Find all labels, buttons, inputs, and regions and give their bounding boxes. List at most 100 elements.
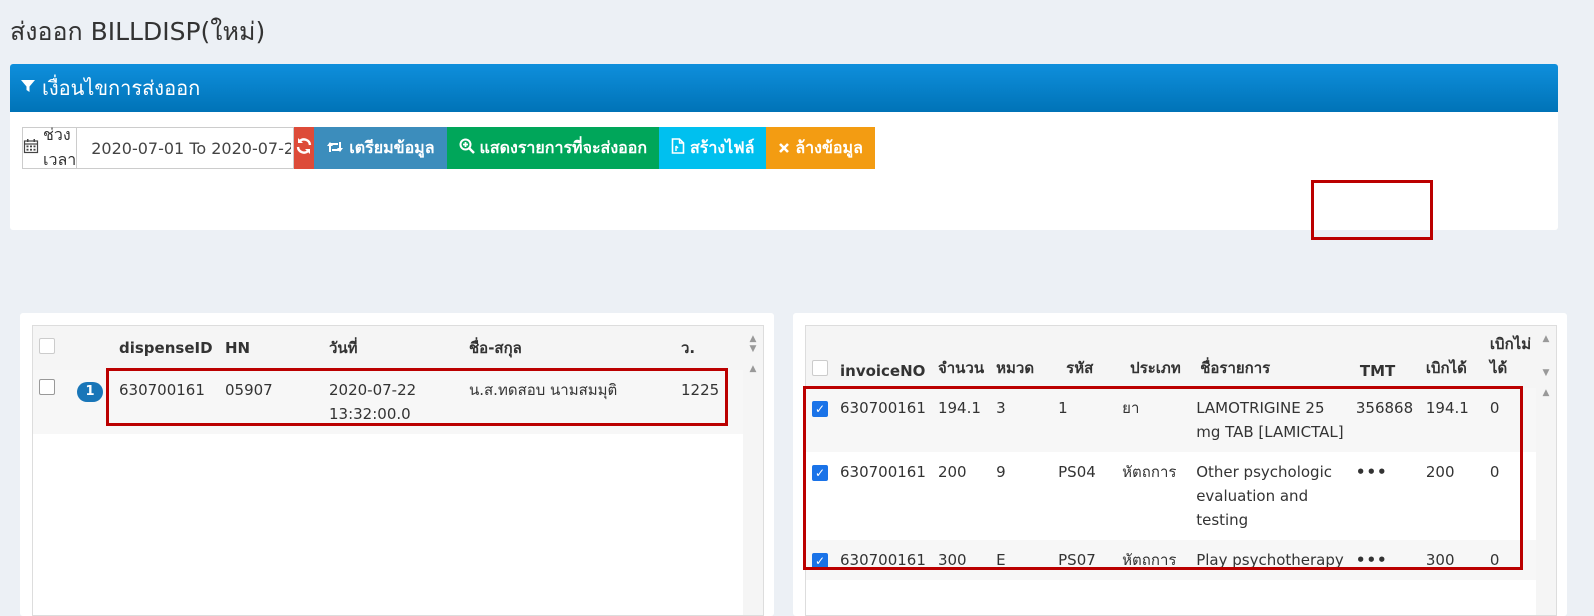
header-hn[interactable]: HN: [219, 326, 323, 370]
header-dispense-id[interactable]: dispenseID: [113, 326, 219, 370]
date-cell: 2020-07-22 13:32:00.0: [323, 370, 463, 434]
refresh-button[interactable]: [294, 127, 315, 169]
period-addon: ช่วงเวลา: [22, 125, 78, 169]
page-title: ส่งออก BILLDISP(ใหม่): [10, 17, 266, 46]
row-checkbox[interactable]: [39, 379, 55, 395]
qty-cell: 300: [937, 551, 967, 569]
date-value: 2020-07-22: [329, 381, 417, 399]
hn-cell: 05907: [225, 381, 273, 399]
table-row[interactable]: ✓ 630700161 300 E PS07 หัตถการ Play psyc…: [806, 540, 1538, 580]
create-file-label: สร้างไฟล์: [690, 137, 755, 157]
right-scrollbar[interactable]: ▲ ▼ ▲: [1536, 326, 1556, 615]
close-icon: [778, 139, 790, 158]
show-export-list-label: แสดงรายการที่จะส่งออก: [479, 137, 648, 157]
code-cell: 1: [1058, 399, 1068, 417]
claimable-cell: 300: [1425, 551, 1455, 569]
dispense-id-cell: 630700161: [119, 381, 205, 399]
clear-data-button[interactable]: ล้างข้อมูล: [766, 127, 875, 169]
scroll-up-icon[interactable]: ▲: [743, 364, 763, 374]
scroll-up-icon[interactable]: ▲: [1536, 388, 1556, 398]
header-v[interactable]: ว.: [675, 326, 745, 370]
scroll-down-icon[interactable]: ▼: [1536, 368, 1556, 378]
prepare-data-button[interactable]: เตรียมข้อมูล: [314, 127, 447, 169]
row-select-cell: ✓: [806, 452, 834, 540]
scroll-up-icon[interactable]: ▲: [743, 334, 763, 344]
code-cell: PS07: [1058, 551, 1096, 569]
select-all-cell: [806, 326, 834, 388]
invoice-no-cell: 630700161: [840, 551, 926, 569]
invoice-no-cell: 630700161: [840, 463, 926, 481]
category-cell: 3: [996, 399, 1006, 417]
create-file-highlight-box: [1311, 180, 1433, 240]
clear-data-label: ล้างข้อมูล: [795, 137, 863, 157]
v-cell: 1225: [681, 381, 720, 399]
left-scrollbar[interactable]: ▲ ▼ ▲: [743, 326, 763, 615]
type-cell: หัตถการ: [1122, 463, 1177, 481]
tmt-cell: 356868: [1355, 399, 1414, 417]
select-all-cell: [33, 326, 71, 370]
item-name-cell: Other psychologic evaluation and testing: [1196, 463, 1332, 529]
dispense-list-panel: dispenseID HN วันที่ ชื่อ-สกุล ว. 1 6307…: [20, 313, 774, 616]
not-claimable-cell: 0: [1489, 399, 1500, 417]
not-claimable-cell: 0: [1489, 463, 1500, 481]
filter-panel-header: เงื่อนไขการส่งออก: [10, 64, 1558, 112]
category-cell: 9: [996, 463, 1006, 481]
type-cell: ยา: [1122, 399, 1140, 417]
header-date[interactable]: วันที่: [323, 326, 463, 370]
header-qty[interactable]: จำนวน: [931, 326, 991, 388]
claimable-cell: 200: [1425, 463, 1455, 481]
qty-cell: 200: [937, 463, 967, 481]
claimable-cell: 194.1: [1425, 399, 1469, 417]
row-badge-cell: 1: [71, 370, 113, 434]
create-file-button[interactable]: สร้างไฟล์: [659, 127, 767, 169]
invoice-table: invoiceNO จำนวน หมวด รหัส ประเภท ชื่อราย…: [806, 326, 1538, 580]
type-cell: หัตถการ: [1122, 551, 1177, 569]
row-select-cell: ✓: [806, 388, 834, 452]
header-code[interactable]: รหัส: [1052, 326, 1117, 388]
select-all-checkbox[interactable]: [39, 338, 55, 354]
row-checkbox-checked[interactable]: ✓: [812, 465, 828, 481]
row-select-cell: ✓: [806, 540, 834, 580]
row-count-badge: 1: [77, 382, 103, 402]
header-not-claimable[interactable]: เบิกไม่ได้: [1483, 326, 1538, 388]
header-name[interactable]: ชื่อ-สกุล: [463, 326, 675, 370]
header-invoice-no[interactable]: invoiceNO: [834, 326, 932, 388]
invoice-list-panel: invoiceNO จำนวน หมวด รหัส ประเภท ชื่อราย…: [793, 313, 1567, 616]
date-range-input[interactable]: [77, 127, 295, 169]
period-label: ช่วงเวลา: [43, 125, 77, 169]
code-cell: PS04: [1058, 463, 1096, 481]
show-export-list-button[interactable]: แสดงรายการที่จะส่งออก: [446, 127, 660, 169]
badge-header: [71, 326, 113, 370]
header-type[interactable]: ประเภท: [1116, 326, 1191, 388]
tmt-cell: •••: [1355, 551, 1388, 569]
qty-cell: 194.1: [937, 399, 981, 417]
calendar-icon: [23, 138, 39, 158]
header-category[interactable]: หมวด: [990, 326, 1053, 388]
category-cell: E: [996, 551, 1006, 569]
header-tmt[interactable]: TMT: [1349, 326, 1420, 388]
refresh-icon: [294, 136, 314, 161]
file-icon: [671, 138, 685, 158]
table-row[interactable]: 1 630700161 05907 2020-07-22 13:32:00.0 น…: [33, 370, 745, 434]
not-claimable-cell: 0: [1489, 551, 1500, 569]
invoice-no-cell: 630700161: [840, 399, 926, 417]
filter-icon: [20, 78, 36, 99]
table-row[interactable]: ✓ 630700161 194.1 3 1 ยา LAMOTRIGINE 25 …: [806, 388, 1538, 452]
invoice-table-wrapper: invoiceNO จำนวน หมวด รหัส ประเภท ชื่อราย…: [805, 325, 1557, 616]
filter-panel-title: เงื่อนไขการส่งออก: [42, 76, 201, 100]
tmt-cell: •••: [1355, 463, 1388, 481]
header-item-name[interactable]: ชื่อรายการ: [1190, 326, 1350, 388]
item-name-cell: Play psychotherapy: [1196, 551, 1344, 569]
table-row[interactable]: ✓ 630700161 200 9 PS04 หัตถการ Other psy…: [806, 452, 1538, 540]
row-checkbox-checked[interactable]: ✓: [812, 553, 828, 569]
select-all-checkbox[interactable]: [812, 360, 828, 376]
zoom-in-icon: [459, 138, 475, 158]
name-cell: น.ส.ทดสอบ นามสมมุติ: [469, 381, 618, 399]
prepare-data-label: เตรียมข้อมูล: [349, 137, 435, 157]
header-claimable[interactable]: เบิกได้: [1419, 326, 1484, 388]
scroll-up-icon[interactable]: ▲: [1536, 334, 1556, 344]
scroll-down-icon[interactable]: ▼: [743, 344, 763, 354]
filter-row: ช่วงเวลา เตรียมข้อมูล แสดงรายการที่จะส่ง…: [22, 125, 875, 169]
row-checkbox-checked[interactable]: ✓: [812, 401, 828, 417]
time-value: 13:32:00.0: [329, 405, 411, 423]
